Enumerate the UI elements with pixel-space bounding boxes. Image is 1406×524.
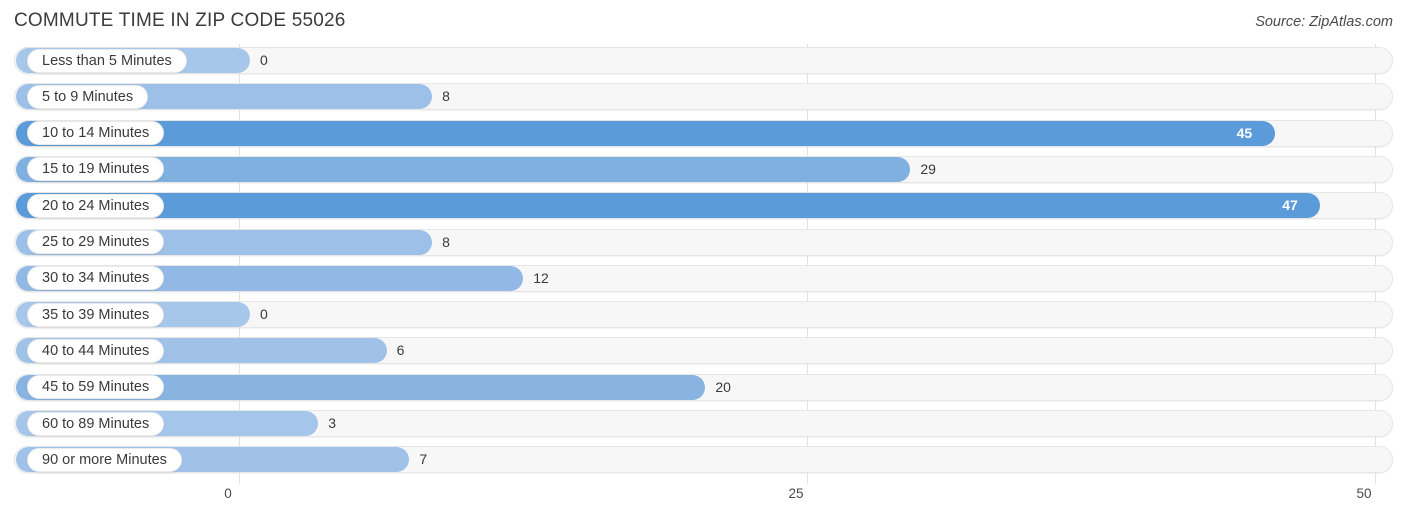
bar-category-label: 10 to 14 Minutes xyxy=(27,121,165,146)
bar-row[interactable]: Less than 5 Minutes 0 xyxy=(0,44,1406,80)
x-tick-label: 0 xyxy=(224,486,232,501)
bar-category-text: 5 to 9 Minutes xyxy=(42,88,134,105)
bar-category-text: Less than 5 Minutes xyxy=(42,52,172,69)
bar-fill xyxy=(16,193,1321,219)
plot-area: Less than 5 Minutes 0 5 to 9 Minutes 8 10 to… xyxy=(0,44,1406,484)
bar-row[interactable]: 30 to 34 Minutes 12 xyxy=(0,262,1406,298)
bar-category-label: Less than 5 Minutes xyxy=(27,48,187,73)
bar-category-text: 20 to 24 Minutes xyxy=(42,197,150,214)
bar-value-label: 47 xyxy=(1282,197,1298,214)
bar-fill xyxy=(16,120,1275,146)
bar-row[interactable]: 90 or more Minutes 7 xyxy=(0,443,1406,479)
source-attribution: Source: ZipAtlas.com xyxy=(1255,14,1393,30)
bar-row[interactable]: 45 to 59 Minutes 20 xyxy=(0,371,1406,407)
bar-value-label: 45 xyxy=(1236,124,1253,141)
bar-row[interactable]: 20 to 24 Minutes 47 xyxy=(0,189,1406,225)
bar-row[interactable]: 10 to 14 Minutes 45 xyxy=(0,117,1406,153)
bar-row[interactable]: 60 to 89 Minutes 3 xyxy=(0,407,1406,443)
bar-category-text: 30 to 34 Minutes xyxy=(42,270,150,287)
bar-value-label: 8 xyxy=(442,233,450,250)
bar-category-label: 15 to 19 Minutes xyxy=(27,157,165,182)
bar-category-label: 45 to 59 Minutes xyxy=(27,375,165,400)
bar-category-text: 40 to 44 Minutes xyxy=(42,342,150,359)
bar-value-label: 29 xyxy=(920,160,936,177)
bar-category-text: 25 to 29 Minutes xyxy=(42,234,150,250)
x-tick-label: 50 xyxy=(1356,486,1372,501)
bar-value-label: 3 xyxy=(328,415,337,431)
bar-category-text: 90 or more Minutes xyxy=(42,451,167,468)
bar-category-text: 60 to 89 Minutes xyxy=(42,415,150,432)
bar-row[interactable]: 35 to 39 Minutes 0 xyxy=(0,298,1406,334)
bar-row[interactable]: 5 to 9 Minutes 8 xyxy=(0,80,1406,116)
bar-value-label: 8 xyxy=(442,88,450,105)
bar-value-label: 0 xyxy=(260,306,268,323)
page-title: COMMUTE TIME IN ZIP CODE 55026 xyxy=(14,10,346,31)
x-axis: 0 25 50 xyxy=(0,486,1406,512)
x-tick-label: 25 xyxy=(788,486,804,501)
bar-row[interactable]: 15 to 19 Minutes 29 xyxy=(0,153,1406,189)
bar-row[interactable]: 40 to 44 Minutes 6 xyxy=(0,334,1406,370)
bar-category-label: 35 to 39 Minutes xyxy=(27,302,165,327)
bar-value-label: 7 xyxy=(419,451,428,468)
bar-category-label: 30 to 34 Minutes xyxy=(27,266,165,291)
bar-row[interactable]: 25 to 29 Minutes 8 xyxy=(0,226,1406,262)
bar-category-text: 45 to 59 Minutes xyxy=(42,379,150,396)
bar-value-label: 0 xyxy=(260,52,268,68)
bar-value-label: 6 xyxy=(396,342,405,359)
bar-value-label: 20 xyxy=(715,378,731,395)
bar-value-label: 12 xyxy=(533,269,549,286)
bar-category-label: 25 to 29 Minutes xyxy=(27,230,165,254)
bar-category-label: 40 to 44 Minutes xyxy=(27,338,165,363)
bar-category-text: 15 to 19 Minutes xyxy=(42,161,150,178)
bar-category-text: 35 to 39 Minutes xyxy=(42,306,150,323)
bar-category-label: 60 to 89 Minutes xyxy=(27,411,165,436)
bar-category-label: 20 to 24 Minutes xyxy=(27,193,165,218)
bar-category-text: 10 to 14 Minutes xyxy=(42,125,150,142)
bar-category-label: 5 to 9 Minutes xyxy=(27,84,149,109)
bar-category-label: 90 or more Minutes xyxy=(27,447,182,472)
chart-container: COMMUTE TIME IN ZIP CODE 55026 Source: Z… xyxy=(0,0,1406,524)
